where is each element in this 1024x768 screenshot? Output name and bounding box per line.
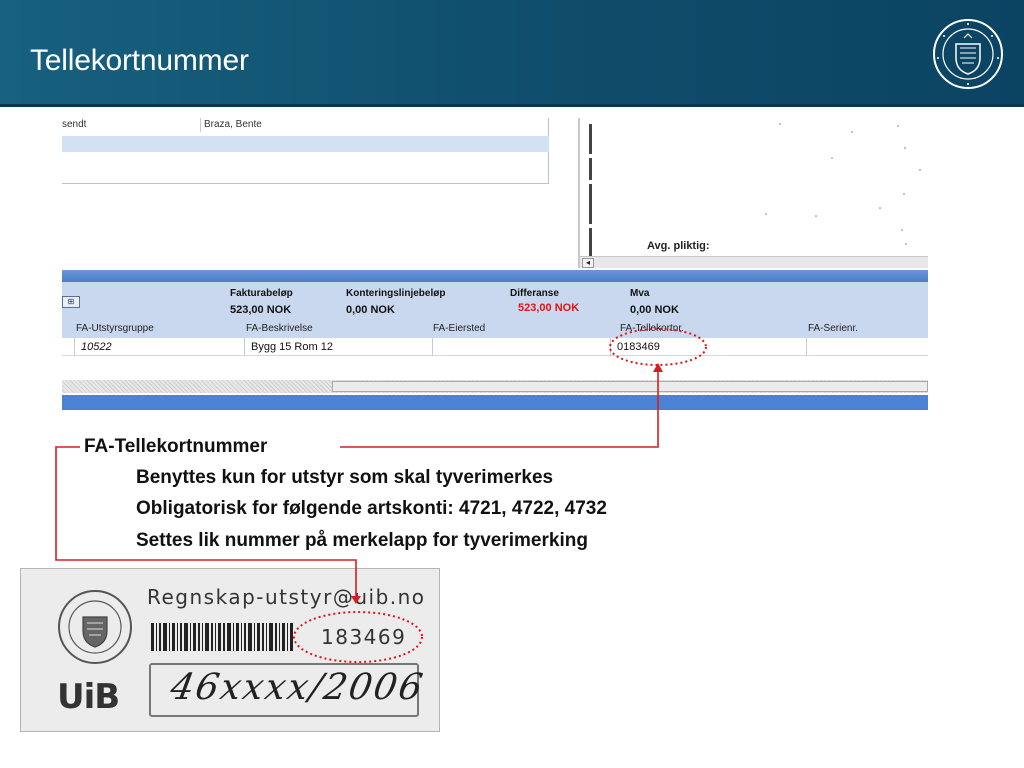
top-list-grid: sendt Braza, Bente xyxy=(62,118,549,184)
handwritten-code: 46xxxx/2006 xyxy=(167,667,428,708)
table-row-empty[interactable] xyxy=(62,357,928,379)
header-mva: Mva xyxy=(630,288,650,299)
cell-eiersted[interactable] xyxy=(432,338,610,356)
callout-title: FA-Tellekortnummer xyxy=(84,436,268,457)
scroll-left-icon[interactable]: ◂ xyxy=(582,258,594,268)
column-divider xyxy=(200,118,201,132)
label-email: Regnskap-utstyr@uib.no xyxy=(147,585,426,609)
column-header-beskrivelse[interactable]: FA-Beskrivelse xyxy=(246,323,313,334)
label-seal-icon xyxy=(58,590,132,664)
cell-tellekortnr[interactable]: 0183469 xyxy=(610,338,806,356)
scrollbar-thumb[interactable] xyxy=(332,381,928,392)
panel-toggle-icon[interactable]: ⊞ xyxy=(62,296,80,308)
list-cell-name: Braza, Bente xyxy=(204,119,262,130)
table-horizontal-scrollbar[interactable] xyxy=(62,380,928,393)
column-header-eiersted[interactable]: FA-Eiersted xyxy=(433,323,485,334)
header-divider xyxy=(0,104,1024,107)
application-screenshot: sendt Braza, Bente Avg. pliktig: ◂ ⊞ Fak… xyxy=(62,112,928,410)
header-fakturabelop: Fakturabeløp xyxy=(230,288,293,299)
value-differanse: 523,00 NOK xyxy=(518,302,580,314)
column-header-utstyrsgruppe[interactable]: FA-Utstyrsgruppe xyxy=(76,323,154,334)
header-konteringslinjebelop: Konteringslinjebeløp xyxy=(346,288,446,299)
barcode-icon xyxy=(151,623,293,651)
list-row-selected[interactable] xyxy=(62,136,549,152)
theft-label-photo: Regnskap-utstyr@uib.no 183469 46xxxx/200… xyxy=(20,568,440,732)
scanned-invoice-preview xyxy=(580,118,928,266)
callout-bullet: Benyttes kun for utstyr som skal tyverim… xyxy=(136,467,554,488)
bottom-bar xyxy=(62,395,928,410)
table-row[interactable]: 10522 Bygg 15 Rom 12 0183469 xyxy=(62,338,928,356)
scan-note: Avg. pliktig: xyxy=(647,240,710,252)
label-number: 183469 xyxy=(321,625,407,649)
callout-bullet: Obligatorisk for følgende artskonti: 472… xyxy=(136,498,607,519)
preview-scrollbar[interactable]: ◂ xyxy=(580,256,928,268)
callout-bullet: Settes lik nummer på merkelapp for tyver… xyxy=(136,530,588,551)
list-row[interactable]: sendt Braza, Bente xyxy=(62,118,549,132)
value-mva: 0,00 NOK xyxy=(630,304,679,316)
university-seal-icon xyxy=(933,19,1003,89)
header-differanse: Differanse xyxy=(510,288,559,299)
section-titlebar xyxy=(62,270,928,282)
value-fakturabelop: 523,00 NOK xyxy=(230,304,292,316)
slide-title: Tellekortnummer xyxy=(30,44,249,77)
cell-serienr[interactable] xyxy=(806,338,928,356)
cell-beskrivelse[interactable]: Bygg 15 Rom 12 xyxy=(244,338,432,356)
uib-logo: UiB xyxy=(57,677,120,717)
scan-vertical-text xyxy=(589,124,592,256)
column-header-serienr[interactable]: FA-Serienr. xyxy=(808,323,858,334)
account-panel: ⊞ Fakturabeløp Konteringslinjebeløp Diff… xyxy=(62,282,928,338)
cell-utstyrsgruppe[interactable]: 10522 xyxy=(74,338,244,356)
value-konteringslinjebelop: 0,00 NOK xyxy=(346,304,395,316)
scan-specks xyxy=(765,123,921,245)
column-header-tellekortnr[interactable]: FA-Tellekortnr. xyxy=(620,323,684,334)
list-cell-status: sendt xyxy=(62,119,87,130)
